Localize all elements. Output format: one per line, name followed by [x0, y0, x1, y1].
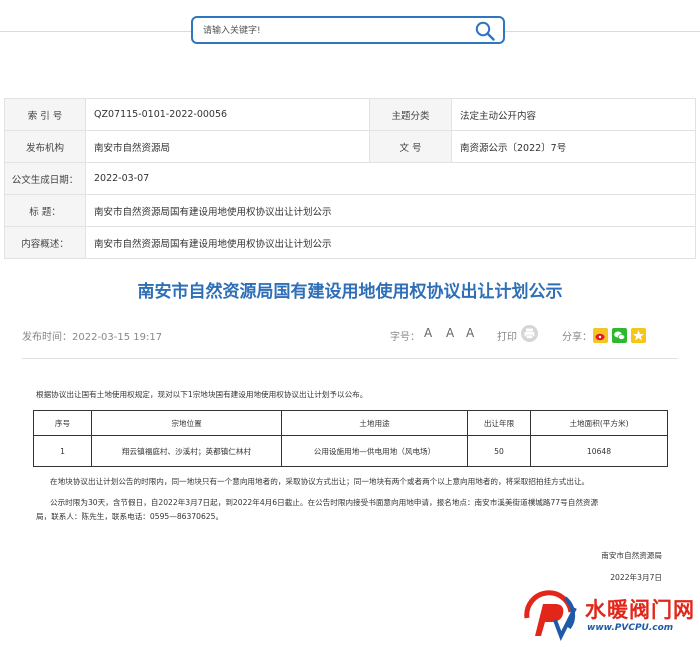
table-cell: 1 [33, 435, 92, 467]
meta-row-date: 公文生成日期： 2022-03-07 [4, 162, 696, 195]
title-value: 南安市自然资源局国有建设用地使用权协议出让计划公示 [85, 194, 696, 227]
meta-row-publisher: 发布机构 南安市自然资源局 文 号 南资源公示〔2022〕7号 [4, 130, 696, 163]
table-row: 1 翔云镇福庭村、沙溪村；英都镇仁林村 公用设施用地—供电用地（风电场） 50 … [33, 435, 668, 467]
signature-date: 2022年3月7日 [610, 573, 662, 582]
summary-value: 南安市自然资源局国有建设用地使用权协议出让计划公示 [85, 226, 696, 259]
date-label: 公文生成日期： [4, 162, 86, 195]
table-cell: 公用设施用地—供电用地（风电场） [281, 435, 468, 467]
meta-row-index: 索 引 号 QZ07115-0101-2022-00056 主题分类 法定主动公… [4, 98, 696, 131]
topic-value: 法定主动公开内容 [451, 98, 696, 131]
article-info-bar: 发布时间：2022-03-15 19:17 字号： A A A 打印 分享： [22, 325, 678, 344]
watermark-url: www.PVCPU.com [587, 623, 674, 633]
search-box[interactable] [191, 16, 505, 44]
document-meta-table: 索 引 号 QZ07115-0101-2022-00056 主题分类 法定主动公… [4, 98, 696, 259]
index-value: QZ07115-0101-2022-00056 [85, 98, 370, 131]
article-divider [22, 358, 678, 359]
title-label: 标 题： [4, 194, 86, 227]
print-label[interactable]: 打印 [497, 328, 517, 343]
publisher-value: 南安市自然资源局 [85, 130, 370, 163]
publisher-label: 发布机构 [4, 130, 86, 163]
watermark-name: 水暖阀门网 [585, 598, 695, 622]
table-header-cell: 宗地位置 [91, 410, 282, 436]
pv-logo-icon [524, 590, 577, 641]
share-label: 分享： [562, 332, 592, 343]
article-title: 南安市自然资源局国有建设用地使用权协议出让计划公示 [137, 282, 563, 302]
paragraph-allocation: 在地块协议出让计划公告的时限内，同一地块只有一个意向用地者的，采取协议方式出让；… [50, 477, 590, 486]
date-value: 2022-03-07 [85, 162, 696, 195]
table-header-cell: 土地用途 [281, 410, 468, 436]
docno-label: 文 号 [369, 130, 452, 163]
table-header-cell: 土地面积(平方米) [530, 410, 668, 436]
wechat-share-icon[interactable] [612, 328, 627, 343]
search-input[interactable] [201, 21, 465, 41]
table-header-cell: 序号 [33, 410, 92, 436]
topic-label: 主题分类 [369, 98, 452, 131]
meta-row-summary: 内容概述： 南安市自然资源局国有建设用地使用权协议出让计划公示 [4, 226, 696, 259]
signature-org: 南安市自然资源局 [601, 551, 662, 560]
font-small-button[interactable]: A [466, 326, 474, 340]
weibo-share-icon[interactable] [593, 328, 608, 343]
publish-time: 发布时间：2022-03-15 19:17 [22, 332, 163, 343]
search-icon[interactable] [475, 21, 495, 41]
font-medium-button[interactable]: A [446, 326, 454, 340]
table-cell: 50 [467, 435, 531, 467]
summary-label: 内容概述： [4, 226, 86, 259]
docno-value: 南资源公示〔2022〕7号 [451, 130, 696, 163]
font-size-label: 字号： [390, 332, 420, 343]
table-header-row: 序号 宗地位置 土地用途 出让年限 土地面积(平方米) [33, 410, 668, 436]
paragraph-deadline-line1: 公示时限为30天，含节假日，自2022年3月7日起，到2022年4月6日截止。在… [50, 498, 599, 507]
intro-paragraph: 根据协议出让国有土地使用权规定，现对以下1宗地块国有建设用地使用权协议出让计划予… [36, 390, 368, 399]
table-cell: 翔云镇福庭村、沙溪村；英都镇仁林村 [91, 435, 282, 467]
meta-row-title: 标 题： 南安市自然资源局国有建设用地使用权协议出让计划公示 [4, 194, 696, 227]
land-plot-table: 序号 宗地位置 土地用途 出让年限 土地面积(平方米) 1 翔云镇福庭村、沙溪村… [33, 410, 668, 467]
font-large-button[interactable]: A [424, 326, 432, 340]
table-cell: 10648 [530, 435, 668, 467]
index-label: 索 引 号 [4, 98, 86, 131]
print-icon[interactable] [521, 325, 538, 342]
paragraph-deadline-line2: 局，联系人：陈先生，联系电话：0595—86370625。 [36, 512, 224, 521]
qzone-share-icon[interactable] [631, 328, 646, 343]
site-watermark-logo: 水暖阀门网 www.PVCPU.com [515, 590, 700, 647]
table-header-cell: 出让年限 [467, 410, 531, 436]
